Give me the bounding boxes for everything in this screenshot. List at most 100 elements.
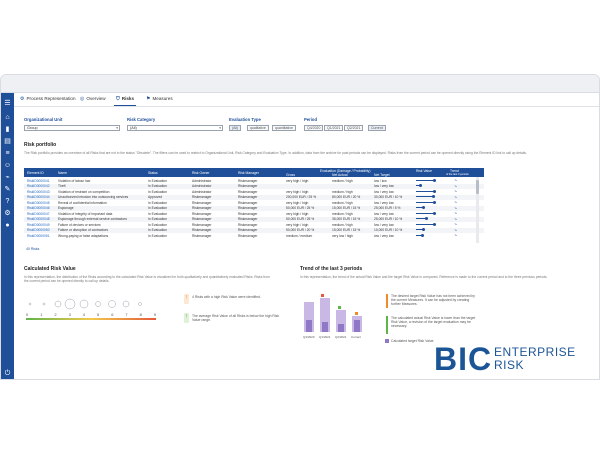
table-row[interactable]: RiskID0000049 Failure of devices or servi… xyxy=(24,222,484,227)
table-row[interactable]: RiskID0000051 Wrong-paying or false adapt… xyxy=(24,233,484,238)
table-scrollbar-thumb[interactable] xyxy=(476,180,479,194)
cell-risk-owner: Riskmanager xyxy=(192,228,212,232)
note-high-risk: 4 Risks with a high Risk Value were iden… xyxy=(192,295,261,299)
document-icon[interactable]: ▤ xyxy=(3,137,12,146)
col-gross[interactable]: Gross xyxy=(286,173,295,177)
period-q1-2021[interactable]: Q1/2021 xyxy=(324,125,344,131)
tools-icon[interactable]: ✎ xyxy=(3,185,12,194)
table-row[interactable]: RiskID0000044 Unauthorized intrusion into… xyxy=(24,194,484,200)
table-row[interactable]: RiskID0000043 Violation of restraint on c… xyxy=(24,189,484,194)
trend-period-labels: Q4/2020 Q1/2021 Q2/2021 Current xyxy=(303,335,361,339)
cell-net-target: low / very low xyxy=(374,222,394,227)
cell-net-actual: medium / high xyxy=(332,211,353,216)
cell-gross: 50,000 EUR / 25 % xyxy=(286,206,315,210)
cell-name: Reveal of confidential information xyxy=(58,200,107,205)
risk-value-dot xyxy=(432,222,436,226)
table-row[interactable]: RiskID0000047 Violation of integrity of i… xyxy=(24,211,484,216)
cell-name: Unauthorized intrusion into outsourcing … xyxy=(58,195,129,199)
cell-name: Violation of integrity of important data xyxy=(58,211,113,216)
col-risk-value[interactable]: Risk Value xyxy=(416,169,432,173)
exclamation-icon: ! xyxy=(185,295,187,301)
col-status[interactable]: Status xyxy=(148,171,158,175)
trend-arrow-icon: ↘ xyxy=(454,211,457,216)
people-icon[interactable]: ☺ xyxy=(3,161,12,170)
col-net-target[interactable]: Net Target xyxy=(374,173,390,177)
table-row[interactable]: RiskID0000050 Failure or disruption of co… xyxy=(24,227,484,233)
org-unit-select[interactable]: Group ▾ xyxy=(24,125,120,131)
cell-element-id[interactable]: RiskID0000049 xyxy=(27,223,50,227)
col-net-actual[interactable]: Net Actual xyxy=(332,173,347,177)
cell-risk-owner: Riskmanager xyxy=(192,195,212,199)
cell-element-id[interactable]: RiskID0000041 xyxy=(27,179,50,183)
table-row[interactable]: RiskID0000042 Theft In Evaluation Administr… xyxy=(24,183,484,189)
cell-net-target: 25,000 EUR / 10 % xyxy=(374,217,403,221)
tab-overview[interactable]: ◎ Overview xyxy=(80,96,106,102)
home-icon[interactable]: ⌂ xyxy=(3,113,12,122)
cell-status: Approved xyxy=(148,195,163,199)
calculated-title: Calculated Risk Value xyxy=(24,266,76,272)
evaluation-type-quantitative[interactable]: quantitative xyxy=(272,125,296,131)
col-name[interactable]: Name xyxy=(58,171,67,175)
power-icon[interactable]: ⏻ xyxy=(3,369,12,378)
risk-category-select[interactable]: (All) ▾ xyxy=(127,125,223,131)
cell-element-id[interactable]: RiskID0000050 xyxy=(27,228,50,232)
menu-icon[interactable]: ☰ xyxy=(3,99,12,108)
tab-risks[interactable]: ⛉ Risks xyxy=(113,96,137,107)
trend-description: In this representation, the trend of the… xyxy=(300,275,548,279)
logo-enterprise-text: ENTERPRISE xyxy=(494,345,576,359)
cell-element-id[interactable]: RiskID0000047 xyxy=(27,212,50,216)
risk-value-bar xyxy=(416,196,434,198)
cell-name: Espionage through external service contr… xyxy=(58,217,127,221)
settings-icon[interactable]: ⚙ xyxy=(3,209,12,218)
col-element-id[interactable]: Element ID xyxy=(27,171,44,175)
table-row[interactable]: RiskID0000041 Violation of labour law In E… xyxy=(24,178,484,183)
period-q4-2020[interactable]: Q4/2020 xyxy=(304,125,324,131)
cell-element-id[interactable]: RiskID0000048 xyxy=(27,217,50,221)
trend-note-green: The calculated actual Risk Value is lowe… xyxy=(391,316,476,329)
cell-element-id[interactable]: RiskID0000044 xyxy=(27,195,50,199)
legend-mark-red xyxy=(386,294,388,308)
period-q2-2021[interactable]: Q2/2021 xyxy=(344,125,364,131)
trend-chart: Q4/2020 Q1/2021 Q2/2021 Current xyxy=(303,294,362,339)
cell-element-id[interactable]: RiskID0000042 xyxy=(27,184,50,188)
table-row[interactable]: RiskID0000048 Espionage through external … xyxy=(24,216,484,222)
cell-element-id[interactable]: RiskID0000051 xyxy=(27,234,50,238)
tab-bar: ⚙ Process Representation ◎ Overview ⛉ Risks… xyxy=(14,93,599,107)
cell-net-actual: medium / high xyxy=(332,200,353,205)
cell-net-actual: 15,000 EUR / 15 % xyxy=(332,228,361,232)
cell-gross: 50,000 EUR / 20 % xyxy=(286,228,315,232)
risks-icon: ⛉ xyxy=(116,96,120,102)
cell-status: In Evaluation xyxy=(148,200,168,205)
cell-risk-owner: Administrator xyxy=(192,189,212,194)
evaluation-type-all[interactable]: (All) xyxy=(229,125,242,131)
table-row[interactable]: RiskID0000045 Reveal of confidential info… xyxy=(24,200,484,205)
portfolio-title: Risk portfolio xyxy=(24,142,57,148)
period-label: Q1/2021 xyxy=(319,335,331,339)
cell-element-id[interactable]: RiskID0000043 xyxy=(27,190,50,194)
help-icon[interactable]: ? xyxy=(3,197,12,206)
cell-element-id[interactable]: RiskID0000045 xyxy=(27,201,50,205)
period-label: Period xyxy=(304,117,318,122)
period-current[interactable]: Current xyxy=(368,125,386,131)
col-risk-manager[interactable]: Risk Manager xyxy=(238,171,259,175)
logo-bic-text: BIC xyxy=(434,341,493,377)
cell-risk-manager: Riskmanager xyxy=(238,228,258,232)
high-risk-marker: ! xyxy=(184,294,189,304)
distribution-circle xyxy=(54,300,62,308)
graph-icon[interactable]: ⌁ xyxy=(3,173,12,182)
scale-label: 0 xyxy=(26,312,29,317)
tab-measures[interactable]: ⚑ Measures xyxy=(146,96,173,102)
col-risk-owner[interactable]: Risk Owner xyxy=(192,171,210,175)
cell-element-id[interactable]: RiskID0000046 xyxy=(27,206,50,210)
trend-arrow-icon: ↘ xyxy=(454,189,457,194)
risk-value-bar xyxy=(416,190,435,192)
chart-icon[interactable]: ▮ xyxy=(3,125,12,134)
user-icon[interactable]: ● xyxy=(3,221,12,230)
table-row[interactable]: RiskID0000046 Espionage In Evaluation Riskm… xyxy=(24,205,484,211)
list-icon[interactable]: ≡ xyxy=(3,149,12,158)
scale-label: 5 xyxy=(97,312,100,317)
trend-arrow-icon: ↘ xyxy=(454,194,457,199)
cell-risk-owner: Riskmanager xyxy=(192,222,212,227)
evaluation-type-qualitative[interactable]: qualitative xyxy=(247,125,269,131)
tab-process-representation[interactable]: ⚙ Process Representation xyxy=(20,96,76,102)
